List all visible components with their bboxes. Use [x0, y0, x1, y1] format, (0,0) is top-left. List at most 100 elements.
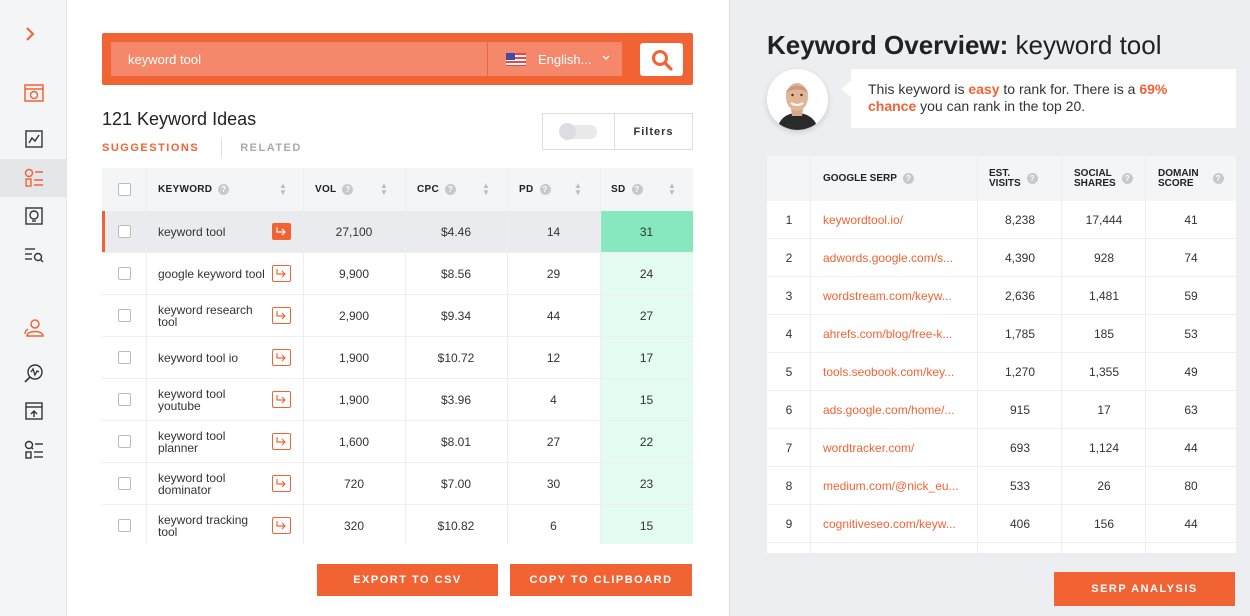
message-easy: easy	[968, 81, 1000, 97]
filter-toggle[interactable]	[559, 122, 597, 140]
help-icon[interactable]: ?	[445, 184, 457, 195]
open-keyword-icon[interactable]	[272, 517, 291, 534]
serp-link[interactable]: wordstream.com/keyw...	[823, 289, 952, 303]
row-checkbox[interactable]	[118, 225, 131, 238]
sidebar-item-backlinks[interactable]	[0, 431, 67, 469]
keyword-table: KEYWORD? ▲ ▼ VOL? ▲ ▼ CPC? ▲ ▼ PD? ▲ ▼ SD? ▲…	[102, 168, 693, 544]
row-checkbox[interactable]	[118, 393, 131, 406]
header-keyword[interactable]: KEYWORD?	[158, 168, 230, 211]
expand-sidebar-button[interactable]	[18, 22, 42, 46]
help-icon[interactable]: ?	[1026, 173, 1038, 184]
row-checkbox[interactable]	[118, 435, 131, 448]
keyword-overview-panel: Keyword Overview: keyword tool This keyw…	[729, 0, 1250, 616]
header-sd[interactable]: SD?	[611, 168, 643, 211]
table-row[interactable]: keyword tool youtube 1,900 $3.96 4 15	[102, 379, 693, 421]
sort-icon[interactable]: ▲ ▼	[668, 182, 676, 197]
sidebar-item-traffic[interactable]	[0, 120, 67, 158]
serp-link[interactable]: cognitiveseo.com/keyw...	[823, 517, 956, 531]
row-checkbox[interactable]	[118, 477, 131, 490]
open-keyword-icon[interactable]	[272, 475, 291, 492]
sidebar-item-keyword-ideas[interactable]	[0, 159, 67, 197]
copy-clipboard-button[interactable]: COPY TO CLIPBOARD	[510, 564, 692, 596]
table-row[interactable]: keyword research tool 2,900 $9.34 44 27	[102, 295, 693, 337]
search-button[interactable]	[640, 43, 683, 76]
help-icon[interactable]: ?	[631, 184, 643, 195]
table-row[interactable]: keyword tracking tool 320 $10.82 6 15	[102, 505, 693, 544]
help-icon[interactable]: ?	[539, 184, 551, 195]
tab-related[interactable]: RELATED	[240, 142, 302, 154]
serp-link[interactable]: tools.seobook.com/key...	[823, 365, 954, 379]
keyword-text[interactable]: keyword tool dominator	[158, 472, 268, 496]
sort-icon[interactable]: ▲ ▼	[380, 182, 388, 197]
row-checkbox[interactable]	[118, 267, 131, 280]
sort-icon[interactable]: ▲ ▼	[279, 182, 287, 197]
row-checkbox[interactable]	[118, 519, 131, 532]
serp-link[interactable]: adwords.google.com/s...	[823, 251, 953, 265]
table-row[interactable]: keyword tool 27,100 $4.46 14 31	[102, 211, 693, 253]
serp-link[interactable]: medium.com/@nick_eu...	[823, 479, 959, 493]
serp-table: GOOGLE SERP? EST. VISITS? SOCIAL SHARES? D…	[767, 156, 1236, 553]
sidebar-item-rank-tracking[interactable]	[0, 392, 67, 430]
vol-value: 2,900	[338, 308, 370, 323]
table-row[interactable]: google keyword tool 9,900 $8.56 29 24	[102, 253, 693, 295]
open-keyword-icon[interactable]	[272, 391, 291, 408]
serp-link[interactable]: ads.google.com/home/...	[823, 403, 954, 417]
header-vol[interactable]: VOL?	[315, 168, 354, 211]
table-row[interactable]: keyword tool dominator 720 $7.00 30 23	[102, 463, 693, 505]
content-ideas-icon	[24, 207, 43, 225]
filters-button[interactable]: Filters	[615, 114, 692, 149]
help-icon[interactable]: ?	[1121, 173, 1133, 184]
keyword-search-input[interactable]	[111, 42, 487, 76]
sidebar-item-site-audit[interactable]	[0, 354, 67, 392]
cpc-value: $10.72	[437, 350, 475, 365]
serp-rank: 5	[785, 364, 793, 379]
keyword-text[interactable]: keyword research tool	[158, 304, 268, 328]
sidebar-item-users[interactable]	[0, 309, 67, 347]
sidebar-item-keyword-search[interactable]	[0, 236, 67, 274]
open-keyword-icon[interactable]	[272, 307, 291, 324]
header-cpc[interactable]: CPC?	[417, 168, 457, 211]
sort-icon[interactable]: ▲ ▼	[574, 182, 582, 197]
header-pd[interactable]: PD?	[519, 168, 551, 211]
keyword-text[interactable]: keyword tracking tool	[158, 514, 268, 538]
serp-link[interactable]: wordtracker.com/	[823, 441, 914, 455]
keyword-text[interactable]: keyword tool	[158, 226, 268, 238]
tab-suggestions[interactable]: SUGGESTIONS	[102, 142, 199, 154]
keyword-text[interactable]: keyword tool io	[158, 352, 268, 364]
sidebar-item-overview[interactable]	[0, 74, 67, 112]
sidebar-item-content-ideas[interactable]	[0, 197, 67, 235]
header-vol-label: VOL	[315, 184, 337, 195]
pd-value: 29	[546, 266, 561, 281]
keyword-text[interactable]: google keyword tool	[158, 268, 268, 280]
vol-value: 9,900	[338, 266, 370, 281]
select-all-checkbox[interactable]	[118, 183, 131, 196]
table-row[interactable]: keyword tool io 1,900 $10.72 12 17	[102, 337, 693, 379]
serp-row: 8 medium.com/@nick_eu... 533 26 80	[767, 467, 1236, 505]
open-keyword-icon[interactable]	[272, 433, 291, 450]
keyword-ideas-title: 121 Keyword Ideas	[102, 109, 257, 129]
help-icon[interactable]: ?	[342, 184, 354, 195]
table-row[interactable]: keyword tool planner 1,600 $8.01 27 22	[102, 421, 693, 463]
language-select[interactable]: English...	[488, 42, 622, 76]
export-csv-button[interactable]: EXPORT TO CSV	[317, 564, 498, 596]
est-visits-value: 533	[1009, 478, 1031, 493]
row-checkbox[interactable]	[118, 351, 131, 364]
sd-value: 17	[600, 337, 693, 378]
open-keyword-icon[interactable]	[272, 265, 291, 282]
serp-analysis-button[interactable]: SERP ANALYSIS	[1054, 572, 1235, 606]
serp-link[interactable]: ahrefs.com/blog/free-k...	[823, 327, 952, 341]
sort-icon[interactable]: ▲ ▼	[482, 182, 490, 197]
open-keyword-icon[interactable]	[272, 223, 291, 240]
overview-title: Keyword Overview: keyword tool	[767, 30, 1162, 61]
keyword-text[interactable]: keyword tool planner	[158, 430, 268, 454]
help-icon[interactable]: ?	[902, 173, 914, 184]
users-icon	[23, 319, 44, 337]
open-keyword-icon[interactable]	[272, 349, 291, 366]
keyword-text[interactable]: keyword tool youtube	[158, 388, 268, 412]
help-icon[interactable]: ?	[1212, 173, 1224, 184]
serp-link[interactable]: keywordtool.io/	[823, 213, 903, 227]
cpc-value: $10.82	[437, 518, 475, 533]
row-checkbox[interactable]	[118, 309, 131, 322]
help-icon[interactable]: ?	[218, 184, 230, 195]
header-shares-label: SOCIAL SHARES	[1074, 167, 1116, 189]
